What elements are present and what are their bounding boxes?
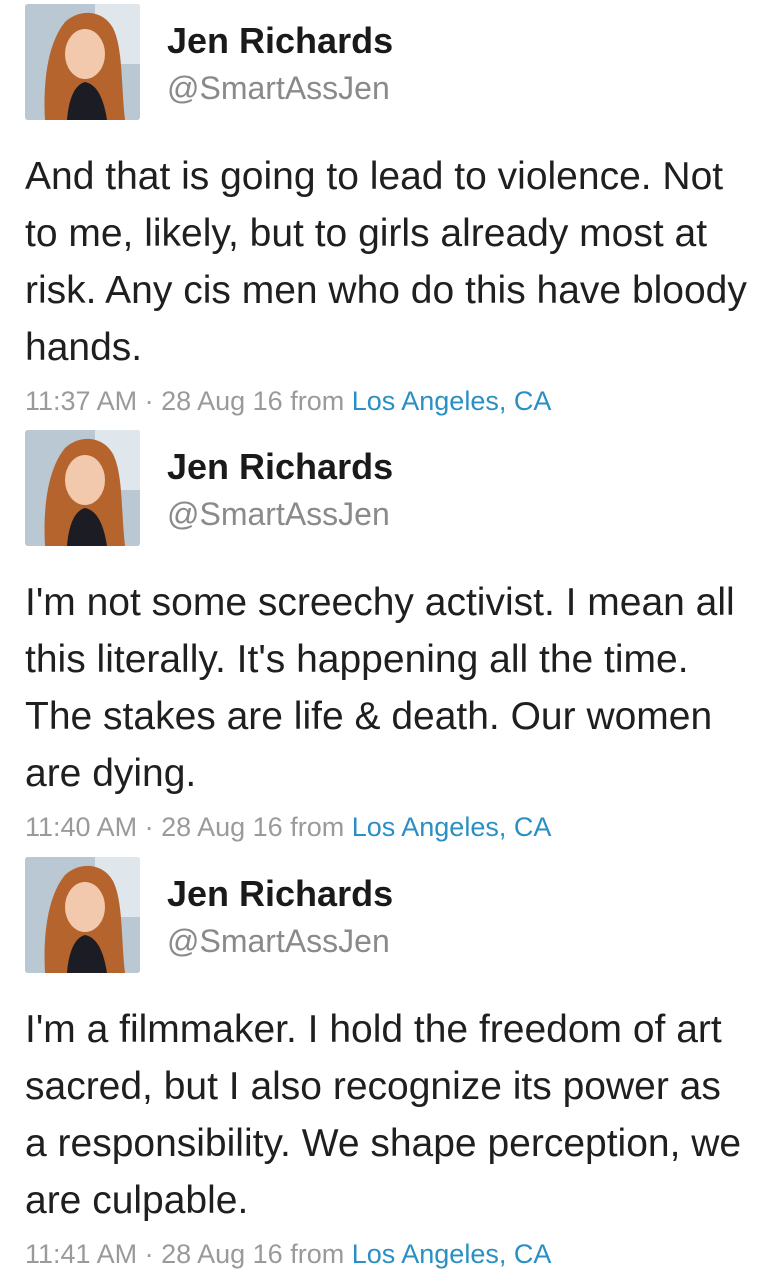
tweet-meta: 11:40 AM · 28 Aug 16 from Los Angeles, C…: [25, 812, 551, 843]
avatar[interactable]: [25, 4, 140, 120]
avatar-image: [25, 430, 140, 546]
avatar-image: [25, 857, 140, 973]
avatar-image: [25, 4, 140, 120]
location-link[interactable]: Los Angeles, CA: [352, 1239, 552, 1269]
from-label: from: [290, 386, 345, 416]
author-handle[interactable]: @SmartAssJen: [167, 70, 390, 107]
author-handle[interactable]: @SmartAssJen: [167, 496, 390, 533]
author-name[interactable]: Jen Richards: [167, 446, 393, 488]
avatar[interactable]: [25, 430, 140, 546]
avatar[interactable]: [25, 857, 140, 973]
location-link[interactable]: Los Angeles, CA: [352, 812, 552, 842]
tweet-text: And that is going to lead to violence. N…: [25, 155, 747, 369]
tweet-meta: 11:41 AM · 28 Aug 16 from Los Angeles, C…: [25, 1239, 551, 1270]
tweet-text: I'm a filmmaker. I hold the freedom of a…: [25, 1008, 742, 1222]
tweet[interactable]: Jen Richards @SmartAssJen I'm a filmmake…: [0, 853, 768, 1279]
from-label: from: [290, 1239, 345, 1269]
tweet-text: I'm not some screechy activist. I mean a…: [25, 581, 735, 795]
author-name[interactable]: Jen Richards: [167, 873, 393, 915]
location-link[interactable]: Los Angeles, CA: [352, 386, 552, 416]
tweet-timestamp: 11:41 AM · 28 Aug 16: [25, 1239, 283, 1269]
author-name[interactable]: Jen Richards: [167, 20, 393, 62]
tweet[interactable]: Jen Richards @SmartAssJen I'm not some s…: [0, 426, 768, 852]
tweet-meta: 11:37 AM · 28 Aug 16 from Los Angeles, C…: [25, 386, 551, 417]
author-handle[interactable]: @SmartAssJen: [167, 923, 390, 960]
tweet-timestamp: 11:37 AM · 28 Aug 16: [25, 386, 283, 416]
tweet-timestamp: 11:40 AM · 28 Aug 16: [25, 812, 283, 842]
tweet[interactable]: Jen Richards @SmartAssJen And that is go…: [0, 0, 768, 426]
from-label: from: [290, 812, 345, 842]
